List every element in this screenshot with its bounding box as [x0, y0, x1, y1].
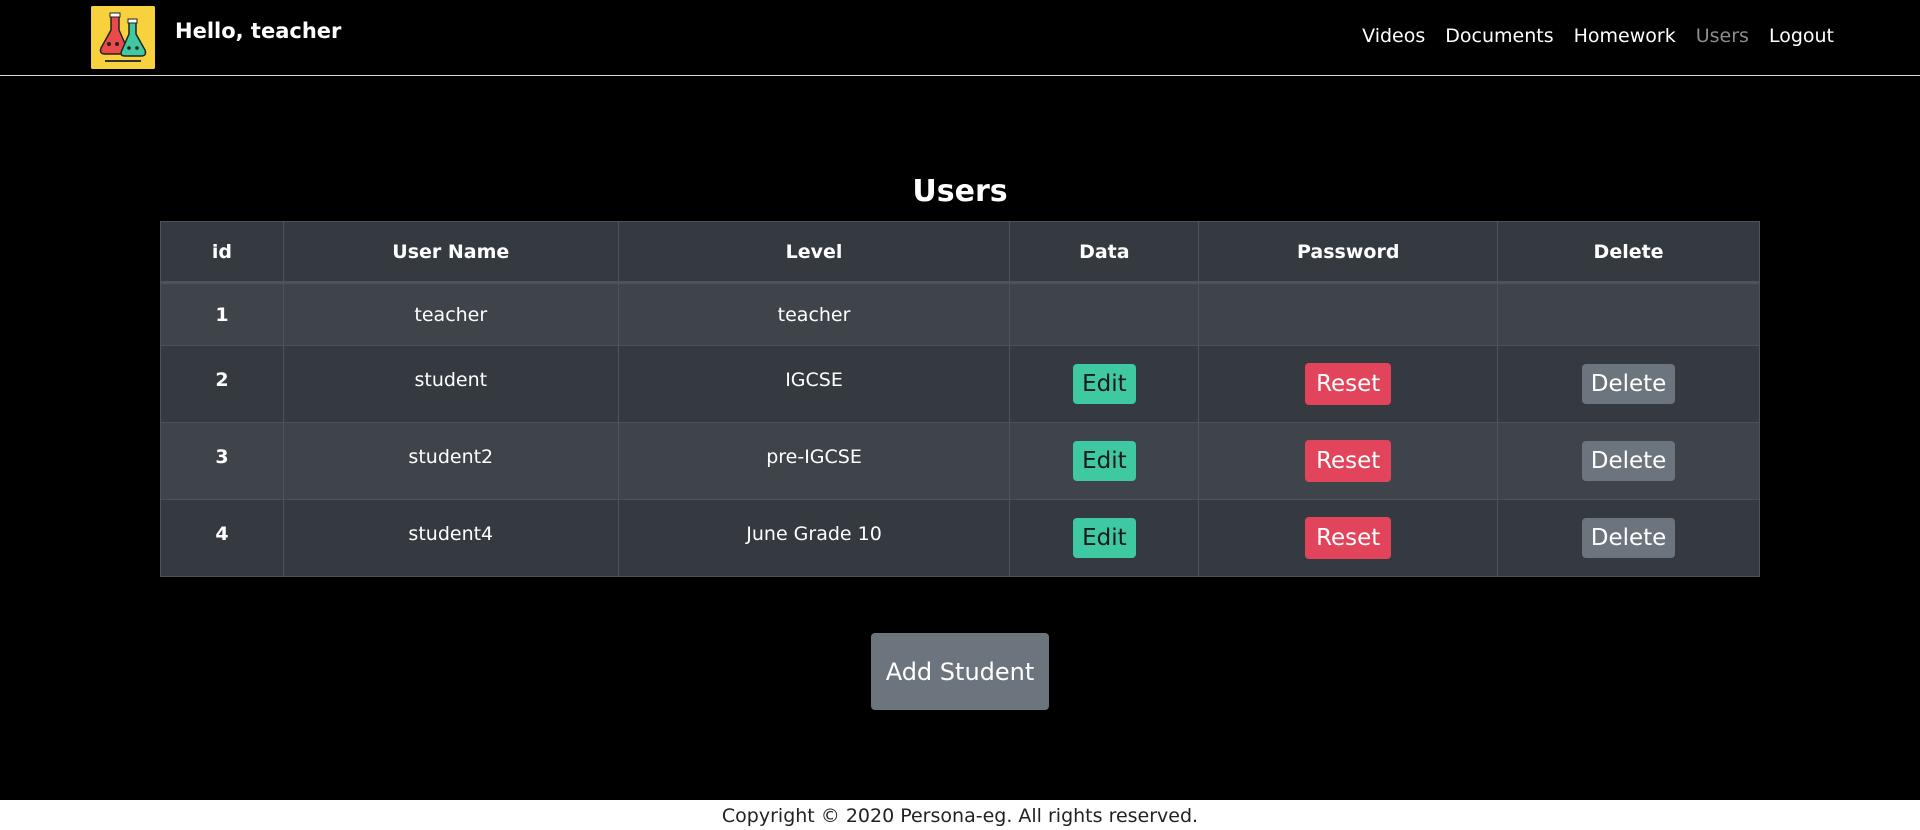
- data-cell: Edit: [1009, 345, 1200, 423]
- users-table: id User Name Level Data Password Delete …: [160, 221, 1760, 577]
- nav-homework-link[interactable]: Homework: [1574, 25, 1676, 47]
- delete-cell: [1497, 282, 1760, 346]
- science-flasks-logo-icon[interactable]: [91, 6, 155, 69]
- column-header-id: id: [160, 221, 284, 284]
- delete-user-button[interactable]: Delete: [1581, 364, 1676, 404]
- user-level-cell: June Grade 10: [617, 499, 1011, 577]
- edit-button[interactable]: Edit: [1073, 364, 1136, 404]
- navbar: Hello, teacher Videos Documents Homework…: [0, 0, 1920, 76]
- copyright-text: Copyright © 2020 Persona-eg. All rights …: [721, 805, 1199, 827]
- table-row: 1 teacher teacher: [160, 282, 1760, 346]
- data-cell: [1009, 282, 1200, 346]
- user-id-cell: 3: [160, 422, 284, 500]
- nav-logout-link[interactable]: Logout: [1769, 25, 1834, 47]
- table-header-row: id User Name Level Data Password Delete: [160, 221, 1760, 284]
- user-name-cell: student: [282, 345, 619, 423]
- delete-cell: Delete: [1497, 422, 1760, 500]
- password-cell: Reset: [1198, 422, 1499, 500]
- password-cell: Reset: [1198, 345, 1499, 423]
- delete-user-button[interactable]: Delete: [1581, 441, 1676, 481]
- column-header-user-name: User Name: [282, 221, 619, 284]
- user-id-cell: 4: [160, 499, 284, 577]
- column-header-data: Data: [1009, 221, 1200, 284]
- footer: Copyright © 2020 Persona-eg. All rights …: [0, 800, 1920, 830]
- add-student-button[interactable]: Add Student: [871, 633, 1049, 710]
- delete-cell: Delete: [1497, 345, 1760, 423]
- nav-videos-link[interactable]: Videos: [1362, 25, 1425, 47]
- greeting-text: Hello, teacher: [175, 19, 342, 43]
- password-cell: Reset: [1198, 499, 1499, 577]
- table-row: 4 student4 June Grade 10 Edit Reset Dele…: [160, 499, 1760, 577]
- user-id-cell: 1: [160, 282, 284, 346]
- column-header-password: Password: [1198, 221, 1499, 284]
- user-name-cell: teacher: [282, 282, 619, 346]
- edit-button[interactable]: Edit: [1073, 518, 1136, 558]
- table-row: 2 student IGCSE Edit Reset Delete: [160, 345, 1760, 423]
- delete-cell: Delete: [1497, 499, 1760, 577]
- reset-password-button[interactable]: Reset: [1305, 440, 1392, 482]
- column-header-level: Level: [617, 221, 1011, 284]
- reset-password-button[interactable]: Reset: [1305, 363, 1392, 405]
- user-level-cell: pre-IGCSE: [617, 422, 1011, 500]
- reset-password-button[interactable]: Reset: [1305, 517, 1392, 559]
- column-header-delete: Delete: [1497, 221, 1760, 284]
- user-name-cell: student4: [282, 499, 619, 577]
- table-row: 3 student2 pre-IGCSE Edit Reset Delete: [160, 422, 1760, 500]
- delete-user-button[interactable]: Delete: [1581, 518, 1676, 558]
- nav-documents-link[interactable]: Documents: [1445, 25, 1553, 47]
- password-cell: [1198, 282, 1499, 346]
- page-title: Users: [912, 174, 1008, 209]
- user-level-cell: teacher: [617, 282, 1011, 346]
- user-name-cell: student2: [282, 422, 619, 500]
- user-id-cell: 2: [160, 345, 284, 423]
- nav-users-link[interactable]: Users: [1696, 25, 1749, 47]
- nav-menu: Videos Documents Homework Users Logout: [1342, 25, 1834, 47]
- edit-button[interactable]: Edit: [1073, 441, 1136, 481]
- data-cell: Edit: [1009, 422, 1200, 500]
- data-cell: Edit: [1009, 499, 1200, 577]
- user-level-cell: IGCSE: [617, 345, 1011, 423]
